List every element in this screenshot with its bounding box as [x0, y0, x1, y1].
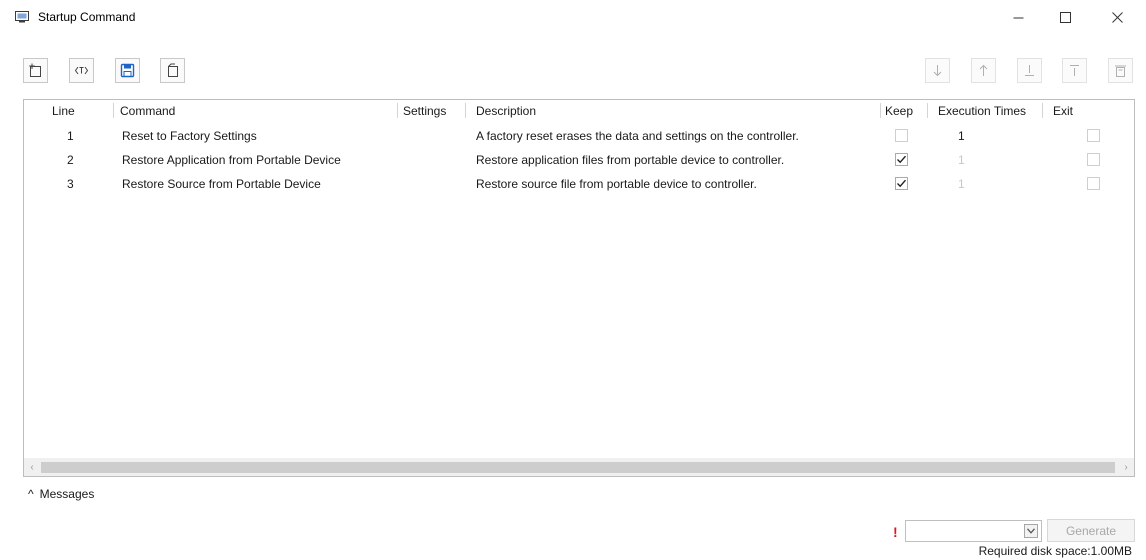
column-header-settings[interactable]: Settings	[403, 104, 446, 118]
cell-execution-times[interactable]: 1	[958, 129, 965, 143]
scroll-right-icon[interactable]: ›	[1120, 461, 1132, 473]
move-up-icon	[979, 64, 988, 76]
delete-button[interactable]	[1108, 58, 1133, 83]
cell-description: Restore source file from portable device…	[476, 177, 757, 191]
move-to-bottom-icon	[1025, 65, 1034, 76]
chevron-up-icon: ^	[28, 487, 34, 501]
scrollbar-thumb[interactable]	[41, 462, 1115, 473]
close-icon	[1111, 11, 1123, 23]
cell-execution-times: 1	[958, 153, 965, 167]
column-header-command[interactable]: Command	[120, 104, 175, 118]
column-separator[interactable]	[1042, 103, 1043, 118]
generate-button[interactable]: Generate	[1047, 519, 1135, 542]
parameter-icon	[74, 66, 89, 75]
column-separator[interactable]	[465, 103, 466, 118]
target-select[interactable]	[905, 520, 1042, 542]
cell-description: A factory reset erases the data and sett…	[476, 129, 799, 143]
parameter-button[interactable]	[69, 58, 94, 83]
table-row[interactable]: 1 Reset to Factory Settings A factory re…	[24, 125, 1134, 149]
keep-checkbox[interactable]	[895, 153, 908, 166]
checkmark-icon	[897, 179, 907, 188]
column-header-description[interactable]: Description	[476, 104, 536, 118]
column-header-execution-times[interactable]: Execution Times	[938, 104, 1039, 118]
cell-execution-times: 1	[958, 177, 965, 191]
move-to-top-button[interactable]	[1062, 58, 1087, 83]
cell-command[interactable]: Restore Application from Portable Device	[122, 153, 341, 167]
move-down-button[interactable]	[925, 58, 950, 83]
cell-command[interactable]: Restore Source from Portable Device	[122, 177, 321, 191]
maximize-icon	[1059, 11, 1071, 23]
title-bar: Startup Command	[0, 0, 1146, 34]
window-title: Startup Command	[38, 10, 136, 24]
minimize-icon	[1013, 17, 1023, 18]
move-to-top-icon	[1070, 65, 1079, 76]
exit-checkbox[interactable]	[1087, 177, 1100, 190]
keep-checkbox[interactable]	[895, 129, 908, 142]
chevron-down-icon	[1027, 528, 1035, 534]
warning-icon: !	[893, 524, 898, 540]
minimize-button[interactable]	[995, 0, 1041, 34]
cell-description: Restore application files from portable …	[476, 153, 785, 167]
disk-space-label: Required disk space:1.00MB	[978, 544, 1132, 558]
column-separator[interactable]	[397, 103, 398, 118]
table-row[interactable]: 3 Restore Source from Portable Device Re…	[24, 173, 1134, 197]
import-button[interactable]	[160, 58, 185, 83]
save-button[interactable]	[115, 58, 140, 83]
checkmark-icon	[897, 155, 907, 164]
table-header: Line Command Settings Description Keep E…	[24, 100, 1134, 120]
cell-line: 2	[67, 153, 74, 167]
add-command-button[interactable]	[23, 58, 48, 83]
messages-label: Messages	[39, 487, 95, 501]
move-to-bottom-button[interactable]	[1017, 58, 1042, 83]
add-command-icon	[29, 63, 41, 77]
dropdown-button[interactable]	[1024, 524, 1038, 538]
column-separator[interactable]	[927, 103, 928, 118]
column-header-exit[interactable]: Exit	[1053, 104, 1073, 118]
command-table[interactable]: Line Command Settings Description Keep E…	[23, 99, 1135, 477]
table-row[interactable]: 2 Restore Application from Portable Devi…	[24, 149, 1134, 173]
scroll-left-icon[interactable]: ‹	[26, 461, 38, 473]
messages-toggle[interactable]: ^ Messages	[28, 487, 94, 501]
close-button[interactable]	[1094, 0, 1140, 34]
app-icon	[15, 11, 29, 23]
column-header-keep[interactable]: Keep	[885, 104, 913, 118]
move-up-button[interactable]	[971, 58, 996, 83]
exit-checkbox[interactable]	[1087, 129, 1100, 142]
import-icon	[168, 63, 178, 77]
exit-checkbox[interactable]	[1087, 153, 1100, 166]
cell-command[interactable]: Reset to Factory Settings	[122, 129, 257, 143]
delete-icon	[1115, 65, 1126, 77]
column-separator[interactable]	[880, 103, 881, 118]
maximize-button[interactable]	[1042, 0, 1088, 34]
save-icon	[120, 63, 135, 78]
cell-line: 3	[67, 177, 74, 191]
keep-checkbox[interactable]	[895, 177, 908, 190]
column-header-line[interactable]: Line	[52, 104, 75, 118]
column-separator[interactable]	[113, 103, 114, 118]
move-down-icon	[933, 65, 942, 77]
horizontal-scrollbar[interactable]: ‹ ›	[24, 458, 1134, 476]
cell-line: 1	[67, 129, 74, 143]
